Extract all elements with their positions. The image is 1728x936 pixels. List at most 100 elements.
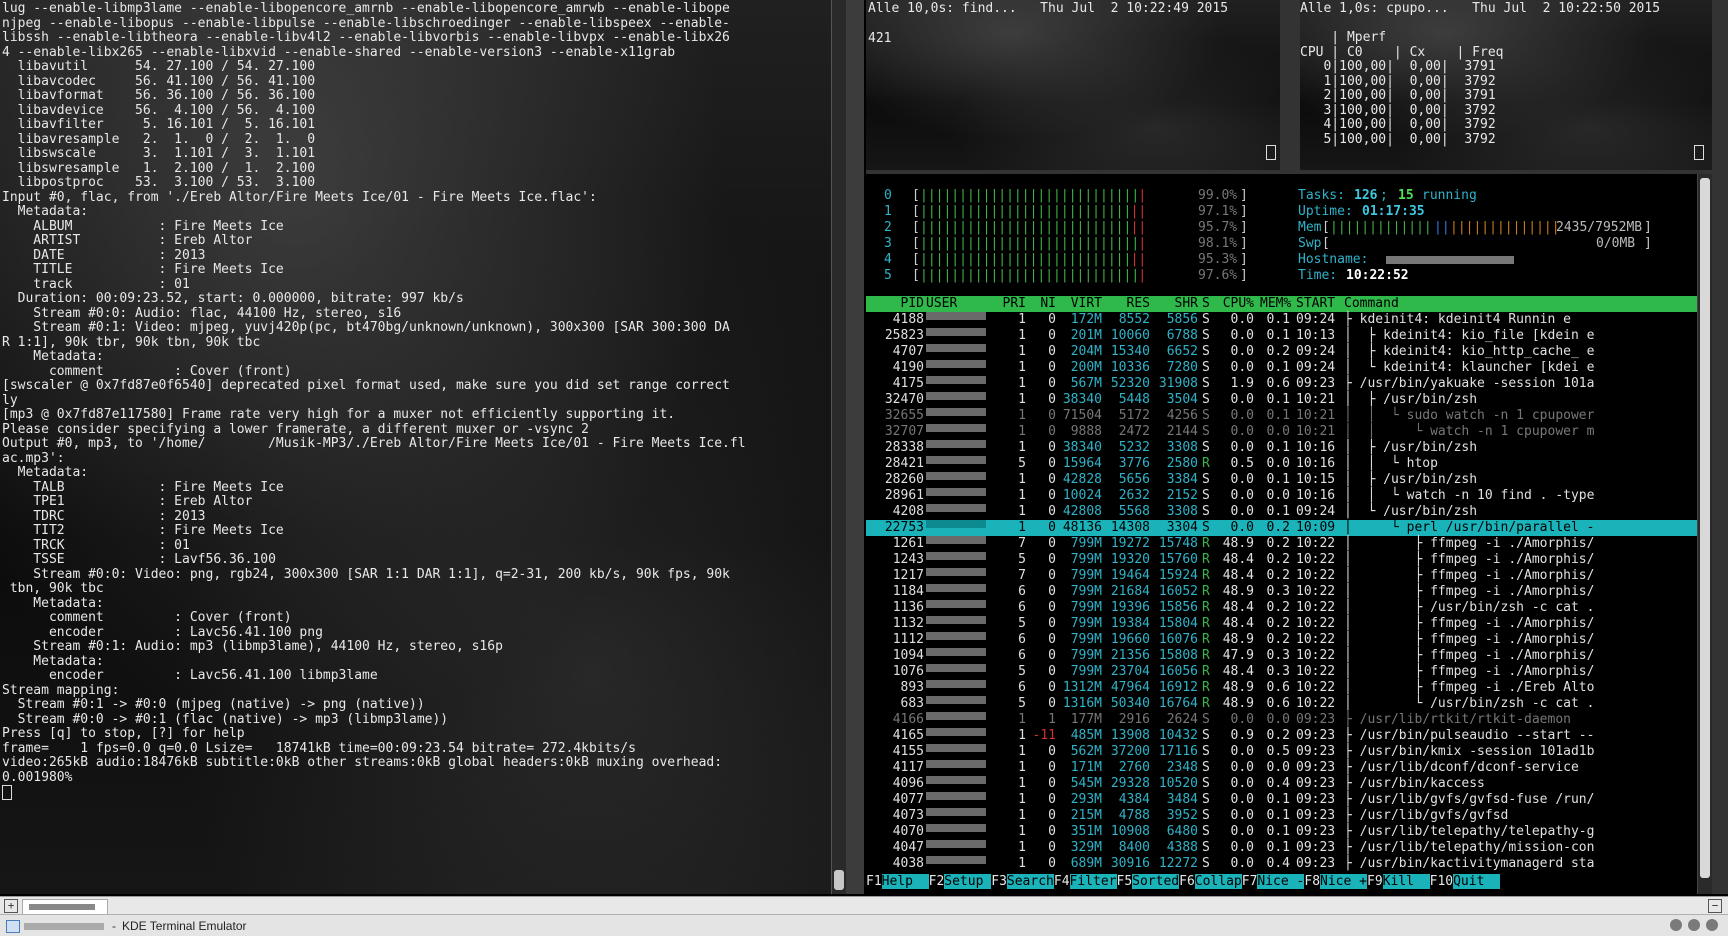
column-header-pid[interactable]: PID [874, 296, 924, 312]
process-row[interactable]: 683 5 0 1316M 50340 16764 R 48.9 0.6 10:22 │ └ /us… [866, 696, 1712, 712]
fkey-f5[interactable]: F5 [1117, 874, 1133, 889]
process-row[interactable]: 1184 6 0 799M 21684 16052 R 48.9 0.3 10:22 │ ├ ffm… [866, 584, 1712, 600]
process-row[interactable]: 28260 1 0 42828 5656 3384 S 0.0 0.1 10:15 │ ├ /usr… [866, 472, 1712, 488]
cpu-index: 0 [884, 188, 892, 203]
process-row[interactable]: 893 6 0 1312M 47964 16912 R 48.9 0.6 10:22 │ ├ ffm… [866, 680, 1712, 696]
cell-pid: 4165 [892, 728, 924, 743]
process-table[interactable]: PID USER PRI NI VIRT RES SHR S CPU% MEM% START Comm… [866, 296, 1712, 872]
keep-above-icon[interactable] [1670, 919, 1682, 931]
process-row[interactable]: 4166 1 1 177M 2916 2624 S 0.0 0.0 09:23 ├ /usr/lib… [866, 712, 1712, 728]
process-row[interactable]: 4208 1 0 42808 5568 3308 S 0.0 0.1 09:24 │ └ /usr/… [866, 504, 1712, 520]
watch-cpupower-pane[interactable]: Alle 1,0s: cpupo... Thu Jul 2 10:22:50 2… [1300, 0, 1712, 170]
cell-cpu: 1.9 [1230, 376, 1254, 391]
fkey-f6[interactable]: F6 [1179, 874, 1195, 889]
process-row[interactable]: 4096 1 0 545M 29328 10520 S 0.0 0.4 09:23 ├ /usr/b… [866, 776, 1712, 792]
fkey-f4[interactable]: F4 [1054, 874, 1070, 889]
process-row[interactable]: 28961 1 0 10024 2632 2152 S 0.0 0.0 10:16 │ │ └ wa… [866, 488, 1712, 504]
fkey-label[interactable]: Nice - [1257, 874, 1305, 889]
terminal-line: video:265kB audio:18476kB subtitle:0kB o… [2, 755, 723, 770]
column-header-virt[interactable]: VIRT [1060, 296, 1102, 312]
column-header-pri[interactable]: PRI [1000, 296, 1026, 312]
fkey-f7[interactable]: F7 [1242, 874, 1258, 889]
scrollbar-thumb[interactable] [1700, 178, 1710, 878]
process-row[interactable]: 4073 1 0 215M 4788 3952 S 0.0 0.1 09:23 ├ /usr/lib… [866, 808, 1712, 824]
fkey-f1[interactable]: F1 [866, 874, 882, 889]
cell-virt: 42808 [1062, 504, 1102, 519]
process-row[interactable]: 1136 6 0 799M 19396 15856 R 48.4 0.2 10:22 │ ├ /us… [866, 600, 1712, 616]
process-row[interactable]: 1261 7 0 799M 19272 15748 R 48.9 0.2 10:22 │ ├ ffm… [866, 536, 1712, 552]
process-row[interactable]: 4707 1 0 204M 15340 6652 S 0.0 0.2 09:24 │ ├ kdein… [866, 344, 1712, 360]
process-row[interactable]: 4070 1 0 351M 10908 6480 S 0.0 0.1 09:23 ├ /usr/li… [866, 824, 1712, 840]
process-row[interactable]: 1076 5 0 799M 23704 16056 R 48.4 0.3 10:22 │ ├ ffm… [866, 664, 1712, 680]
fkey-f10[interactable]: F10 [1430, 874, 1453, 889]
column-header-cpu[interactable]: CPU% [1218, 296, 1254, 312]
process-row[interactable]: 28338 1 0 38340 5232 3308 S 0.0 0.1 10:16 │ ├ /usr… [866, 440, 1712, 456]
column-header-shr[interactable]: SHR [1154, 296, 1198, 312]
close-icon[interactable] [1706, 919, 1718, 931]
minimize-icon[interactable] [1688, 919, 1700, 931]
cell-ni: 0 [1048, 696, 1056, 711]
cell-s: S [1202, 488, 1210, 503]
fkey-label[interactable]: Search [1006, 874, 1054, 889]
column-header-user[interactable]: USER [926, 296, 986, 312]
scrollbar-thumb[interactable] [834, 870, 844, 890]
process-row[interactable]: 32470 1 0 38340 5448 3504 S 0.0 0.1 10:21 │ ├ /usr… [866, 392, 1712, 408]
process-row[interactable]: 4155 1 0 562M 37200 17116 S 0.0 0.5 09:23 ├ /usr/b… [866, 744, 1712, 760]
close-tab-icon[interactable]: − [1708, 899, 1722, 913]
fkey-label[interactable]: Collap [1194, 874, 1242, 889]
cell-cmd: │ └ /usr/bin/zsh -c cat . [1344, 696, 1595, 711]
process-row[interactable]: 4047 1 0 329M 8400 4388 S 0.0 0.1 09:23 ├ /usr/lib… [866, 840, 1712, 856]
fkey-f8[interactable]: F8 [1304, 874, 1320, 889]
column-header-command[interactable]: Command [1344, 296, 1704, 312]
user-redacted [926, 456, 986, 464]
cell-cpu: 48.4 [1222, 664, 1254, 679]
user-redacted [926, 504, 986, 512]
htop-scrollbar[interactable] [1697, 174, 1712, 894]
ffmpeg-terminal-pane[interactable]: lug --enable-libmp3lame --enable-libopen… [0, 0, 846, 894]
cell-pid: 4155 [892, 744, 924, 759]
process-row[interactable]: 1112 6 0 799M 19660 16076 R 48.9 0.2 10:22 │ ├ ffm… [866, 632, 1712, 648]
process-row[interactable]: 4190 1 0 200M 10336 7280 S 0.0 0.1 09:24 │ └ kdein… [866, 360, 1712, 376]
fkey-f3[interactable]: F3 [991, 874, 1007, 889]
cell-res: 2472 [1118, 424, 1150, 439]
left-scrollbar[interactable] [831, 0, 846, 894]
fkey-label[interactable]: Nice + [1320, 874, 1367, 889]
htop-pane[interactable]: 0[|||||||||||||||||||||||||||| | 99.0%] 1[|… [866, 174, 1712, 894]
process-row[interactable]: 32707 1 0 9888 2472 2144 S 0.0 0.0 10:21 │ │ └ wat… [866, 424, 1712, 440]
fkey-label[interactable]: Filter [1069, 874, 1117, 889]
process-row[interactable]: 1132 5 0 799M 19384 15804 R 48.4 0.2 10:22 │ ├ ffm… [866, 616, 1712, 632]
fkey-label[interactable]: Setup [944, 874, 992, 889]
process-row[interactable]: 4117 1 0 171M 2760 2348 S 0.0 0.0 09:23 ├ /usr/lib… [866, 760, 1712, 776]
column-header-s[interactable]: S [1202, 296, 1212, 312]
process-row[interactable]: 32655 1 0 71504 5172 4256 S 0.0 0.1 10:21 │ │ └ su… [866, 408, 1712, 424]
column-header-start[interactable]: START [1296, 296, 1336, 312]
tab-session[interactable] [22, 899, 108, 915]
process-row[interactable]: 1217 7 0 799M 19464 15924 R 48.4 0.2 10:22 │ ├ ffm… [866, 568, 1712, 584]
process-row[interactable]: 1243 5 0 799M 19320 15760 R 48.4 0.2 10:22 │ ├ ffm… [866, 552, 1712, 568]
fkey-f2[interactable]: F2 [929, 874, 945, 889]
terminal-line: Stream #0:1: Video: mjpeg, yuvj420p(pc, … [2, 320, 730, 335]
process-row[interactable]: 4175 1 0 567M 52320 31908 S 1.9 0.6 09:23 ├ /usr/b… [866, 376, 1712, 392]
process-row-selected[interactable]: 22753 1 0 48136 14308 3304 S 0.0 0.2 10:09 │ └ per… [866, 520, 1712, 536]
process-row[interactable]: 4165 1 -11 485M 13908 10432 S 0.9 0.2 09:23 ├ /usr… [866, 728, 1712, 744]
process-row[interactable]: 4077 1 0 293M 4384 3484 S 0.0 0.1 09:23 ├ /usr/lib… [866, 792, 1712, 808]
fkey-label[interactable]: Help [881, 874, 929, 889]
fkey-label[interactable]: Kill [1382, 874, 1430, 889]
process-row[interactable]: 4038 1 0 689M 30916 12272 S 0.0 0.4 09:23 ├ /usr/b… [866, 856, 1712, 872]
process-row[interactable]: 25823 1 0 201M 10060 6788 S 0.0 0.1 10:13 │ ├ kdei… [866, 328, 1712, 344]
process-row[interactable]: 28421 5 0 15964 3776 2580 R 0.5 0.0 10:16 │ │ └ ht… [866, 456, 1712, 472]
process-row[interactable]: 1094 6 0 799M 21356 15808 R 47.9 0.3 10:22 │ ├ ffm… [866, 648, 1712, 664]
column-header-res[interactable]: RES [1106, 296, 1150, 312]
column-header-ni[interactable]: NI [1032, 296, 1056, 312]
new-tab-icon[interactable]: + [4, 899, 18, 913]
cell-pri: 5 [1018, 552, 1026, 567]
pane-splitter[interactable] [846, 0, 864, 894]
fkey-f9[interactable]: F9 [1367, 874, 1383, 889]
process-row[interactable]: 4188 1 0 172M 8552 5856 S 0.0 0.1 09:24 ├ kdeinit4… [866, 312, 1712, 328]
watch-find-pane[interactable]: Alle 10,0s: find... Thu Jul 2 10:22:49 2… [866, 0, 1280, 170]
column-header-mem[interactable]: MEM% [1260, 296, 1291, 312]
cell-virt: 200M [1070, 360, 1102, 375]
fkey-label[interactable]: Sorted [1132, 874, 1180, 889]
fkey-label[interactable]: Quit [1453, 874, 1501, 889]
pane-splitter[interactable] [1280, 0, 1300, 170]
